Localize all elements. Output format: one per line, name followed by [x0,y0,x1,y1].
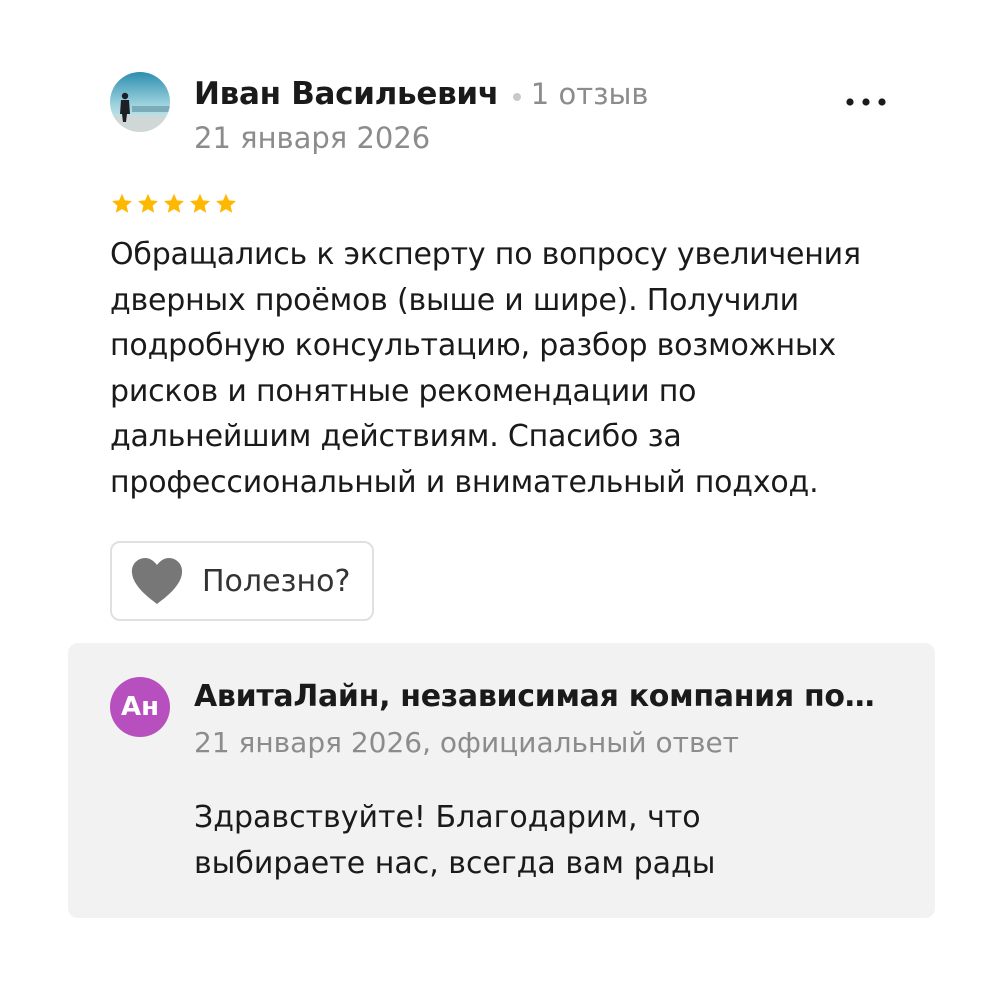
star-icon [112,193,132,213]
review-date: 21 января 2026 [194,121,431,155]
separator-dot [512,92,521,101]
reply-meta: 21 января 2026, официальный ответ [194,726,739,759]
company-name[interactable]: АвитаЛайн, независимая компания по… [194,677,894,717]
star-icon [164,193,184,213]
author-avatar[interactable] [110,72,170,132]
review-card: Иван Васильевич 1 отзыв 21 января 2026 Об… [0,0,1000,1000]
company-avatar[interactable]: Ан [110,677,170,737]
rating-stars [110,192,238,216]
author-name[interactable]: Иван Васильевич [194,76,499,112]
heart-icon [131,558,183,604]
official-reply: Ан АвитаЛайн, независимая компания по… 2… [68,643,935,918]
star-icon [216,193,236,213]
review-text: Обращались к эксперту по вопросу увеличе… [110,237,861,500]
useful-button-label: Полезно? [202,563,351,599]
useful-button[interactable]: Полезно? [110,541,374,621]
star-icon [190,193,210,213]
more-horizontal-icon [846,98,886,106]
more-options-button[interactable] [838,80,894,124]
star-icon [138,193,158,213]
avatar-photo [110,72,170,132]
reply-text: Здравствуйте! Благодарим, что выбираете … [194,800,716,881]
author-reviews-count[interactable]: 1 отзыв [531,77,649,111]
author-line: Иван Васильевич 1 отзыв [194,74,649,119]
